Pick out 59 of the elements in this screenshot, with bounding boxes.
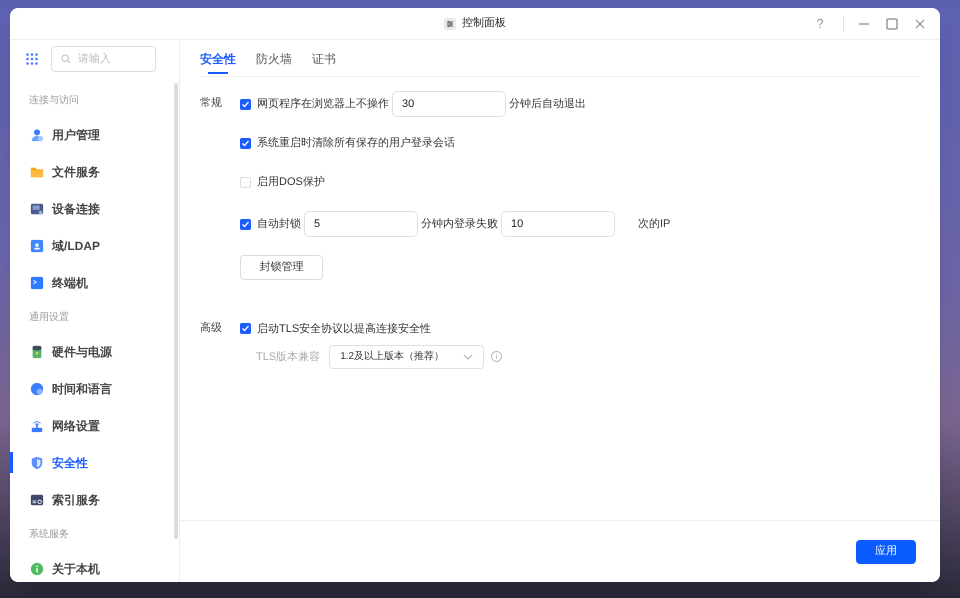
block-manage-button[interactable]: 封锁管理 bbox=[240, 254, 323, 280]
checkbox-label: 启动TLS安全协议以提高连接安全性 bbox=[257, 322, 432, 336]
number-field[interactable]: 10 bbox=[501, 211, 615, 237]
terminal-icon bbox=[30, 276, 44, 290]
number-field[interactable]: 30 bbox=[392, 91, 506, 117]
field-suffix: 分钟后自动退出 bbox=[509, 96, 586, 112]
id-card-icon bbox=[30, 238, 44, 252]
select-label: TLS版本兼容 bbox=[256, 350, 320, 364]
close-icon[interactable] bbox=[914, 18, 926, 30]
tab[interactable]: 证书 bbox=[312, 46, 336, 70]
sidebar-item[interactable]: 索引服务 bbox=[52, 490, 100, 508]
search-icon bbox=[61, 54, 71, 64]
monitor-icon bbox=[30, 202, 44, 216]
sliders-icon bbox=[444, 18, 456, 30]
shield-icon bbox=[30, 456, 44, 470]
sidebar-item[interactable]: 文件服务 bbox=[52, 162, 100, 180]
sidebar-item[interactable]: 用户管理 bbox=[52, 126, 100, 144]
index-drive-icon bbox=[30, 492, 44, 506]
sidebar-item[interactable]: 安全性 bbox=[52, 454, 88, 472]
section-label: 常规 bbox=[200, 96, 223, 111]
sidebar-item[interactable]: 终端机 bbox=[52, 274, 88, 292]
battery-icon bbox=[30, 344, 44, 358]
info-icon[interactable] bbox=[491, 351, 502, 362]
sidebar-item[interactable]: 硬件与电源 bbox=[52, 342, 112, 360]
sidebar-item[interactable]: 设备连接 bbox=[52, 200, 100, 218]
window-title: 控制面板 bbox=[462, 16, 506, 32]
tab[interactable]: 防火墙 bbox=[256, 46, 292, 70]
apply-button[interactable]: 应用 bbox=[856, 540, 916, 564]
folder-icon bbox=[30, 164, 44, 178]
user-icon bbox=[30, 128, 44, 142]
sidebar-item[interactable]: 网络设置 bbox=[52, 416, 100, 434]
field-suffix: 次的IP bbox=[638, 216, 670, 232]
checkbox[interactable] bbox=[240, 138, 251, 148]
checkbox[interactable] bbox=[240, 323, 251, 334]
section-label: 高级 bbox=[200, 320, 223, 336]
search-field[interactable]: 请输入 bbox=[51, 46, 156, 72]
tab[interactable]: 安全性 bbox=[200, 46, 236, 70]
maximize-icon[interactable] bbox=[884, 18, 900, 30]
group-heading: 通用设置 bbox=[28, 310, 70, 325]
globe-icon bbox=[30, 382, 44, 396]
checkbox-label: 自动封锁 bbox=[257, 216, 301, 232]
group-heading: 系统服务 bbox=[28, 528, 70, 542]
field-suffix: 分钟内登录失败 bbox=[421, 216, 498, 232]
group-heading: 连接与访问 bbox=[28, 94, 80, 108]
checkbox-label: 系统重启时清除所有保存的用户登录会话 bbox=[257, 136, 455, 151]
info-circle-icon bbox=[30, 562, 44, 576]
checkbox-label: 启用DOS保护 bbox=[257, 174, 325, 190]
checkbox[interactable] bbox=[240, 218, 251, 230]
checkbox[interactable] bbox=[240, 98, 251, 110]
checkbox[interactable] bbox=[240, 176, 251, 188]
app-grid-icon[interactable] bbox=[26, 53, 38, 65]
checkbox-label: 网页程序在浏览器上不操作 bbox=[257, 96, 389, 112]
sidebar-item[interactable]: 时间和语言 bbox=[52, 380, 112, 398]
router-icon bbox=[30, 418, 44, 432]
chevron-down-icon bbox=[463, 354, 474, 360]
sidebar-item[interactable]: 域/LDAP bbox=[52, 236, 100, 254]
number-field[interactable]: 5 bbox=[304, 211, 418, 237]
version-dropdown[interactable]: 1.2及以上版本（推荐） bbox=[329, 344, 484, 369]
sidebar-item[interactable]: 关于本机 bbox=[52, 560, 100, 578]
